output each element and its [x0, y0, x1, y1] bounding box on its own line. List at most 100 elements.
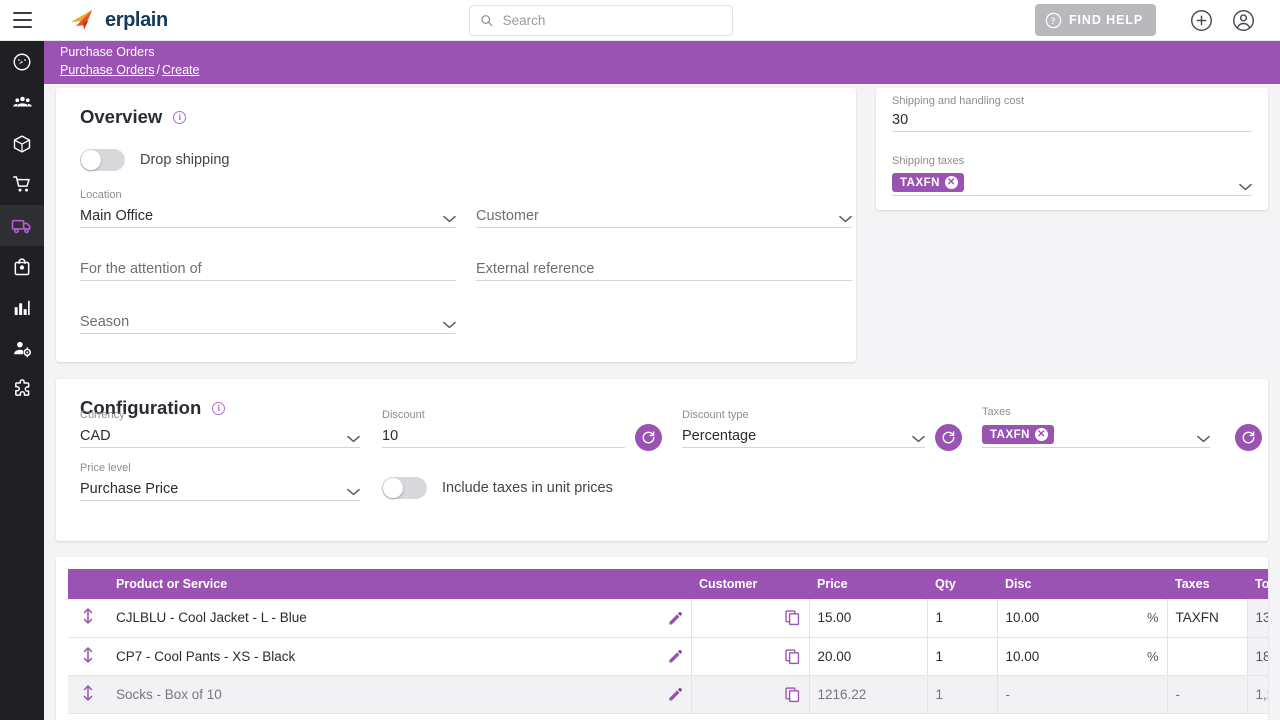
discount-type-field[interactable]: Discount type Percentage: [682, 409, 925, 448]
currency-field[interactable]: Currency CAD: [80, 409, 360, 448]
shipping-cost-field[interactable]: Shipping and handling cost 30: [892, 95, 1252, 132]
row-taxes-cell[interactable]: -: [1167, 675, 1248, 714]
sidebar-item-purchases[interactable]: [0, 205, 44, 246]
sidebar-item-reports[interactable]: [0, 287, 44, 328]
row-price-cell[interactable]: 20.00: [809, 637, 928, 676]
row-disc-unit: %: [1146, 610, 1159, 626]
row-product-cell[interactable]: Socks - Box of 10: [108, 675, 692, 714]
drag-vertical-icon[interactable]: [81, 607, 95, 625]
header-total[interactable]: Total: [1247, 569, 1268, 599]
row-product-label: Socks - Box of 10: [116, 686, 222, 702]
row-product-cell[interactable]: CJLBLU - Cool Jacket - L - Blue: [108, 599, 692, 638]
info-icon[interactable]: i: [212, 401, 226, 415]
people-icon: [12, 96, 32, 107]
header-disc[interactable]: Disc: [997, 569, 1167, 599]
search-input[interactable]: [502, 13, 722, 28]
info-icon[interactable]: i: [173, 110, 187, 124]
sidebar-item-customers[interactable]: [0, 82, 44, 123]
sidebar: [0, 41, 44, 720]
discount-field[interactable]: Discount 10: [382, 409, 625, 448]
row-taxes-cell[interactable]: TAXFN: [1167, 599, 1248, 638]
copy-icon[interactable]: [784, 609, 801, 626]
row-drag-handle[interactable]: [68, 675, 108, 714]
find-help-button[interactable]: ? FIND HELP: [1035, 4, 1157, 36]
erplain-logo[interactable]: erplain: [70, 8, 168, 32]
header-taxes[interactable]: Taxes: [1167, 569, 1247, 599]
row-taxes-cell[interactable]: [1167, 637, 1248, 676]
header-product[interactable]: Product or Service: [108, 569, 691, 599]
external-reference-field[interactable]: External reference: [476, 257, 852, 281]
shipping-taxes-field[interactable]: Shipping taxes TAXFN ✕: [892, 155, 1252, 196]
header-customer[interactable]: Customer: [691, 569, 809, 599]
pencil-icon[interactable]: [667, 686, 683, 702]
row-qty-cell[interactable]: 1: [927, 675, 998, 714]
shipping-tax-tag[interactable]: TAXFN ✕: [892, 173, 964, 192]
row-total-cell: 18.00: [1247, 637, 1268, 676]
sidebar-item-integrations[interactable]: [0, 369, 44, 410]
pencil-icon[interactable]: [667, 610, 683, 626]
search-box[interactable]: [469, 5, 733, 36]
breadcrumb-current[interactable]: Create: [162, 63, 200, 77]
pencil-icon[interactable]: [667, 648, 683, 664]
row-price-cell[interactable]: 1216.22: [809, 675, 928, 714]
chevron-down-icon: [443, 215, 456, 223]
header-price[interactable]: Price: [809, 569, 927, 599]
row-drag-handle[interactable]: [68, 637, 108, 676]
include-taxes-toggle[interactable]: [382, 477, 427, 499]
drop-shipping-toggle[interactable]: [80, 149, 125, 171]
sidebar-item-users[interactable]: [0, 328, 44, 369]
sidebar-item-dashboard[interactable]: [0, 41, 44, 82]
drag-vertical-icon[interactable]: [81, 684, 95, 702]
row-customer-cell[interactable]: [691, 675, 810, 714]
remove-tag-icon[interactable]: ✕: [944, 176, 958, 189]
table-row[interactable]: CP7 - Cool Pants - XS - Black 20.00 1 10.00…: [68, 637, 1268, 676]
cart-icon: [12, 176, 30, 192]
season-field[interactable]: Season: [80, 310, 456, 334]
customer-field[interactable]: Customer: [476, 204, 852, 228]
row-disc-cell[interactable]: 10.00%: [997, 637, 1168, 676]
breadcrumb-separator: /: [156, 63, 160, 77]
tax-tag[interactable]: TAXFN ✕: [982, 425, 1054, 444]
copy-icon[interactable]: [784, 686, 801, 703]
taxes-field[interactable]: Taxes TAXFN ✕: [982, 406, 1210, 448]
sidebar-item-inventory[interactable]: [0, 246, 44, 287]
row-product-label: CJLBLU - Cool Jacket - L - Blue: [116, 610, 307, 626]
location-value: Main Office: [80, 208, 154, 224]
configuration-card: Configuration i Currency CAD Discount 10…: [56, 379, 1268, 541]
sidebar-item-sales[interactable]: [0, 164, 44, 205]
row-disc-cell[interactable]: 10.00%: [997, 599, 1168, 638]
row-qty-cell[interactable]: 1: [927, 599, 998, 638]
drag-vertical-icon[interactable]: [81, 646, 95, 664]
row-qty-cell[interactable]: 1: [927, 637, 998, 676]
sidebar-item-products[interactable]: [0, 123, 44, 164]
user-settings-icon: [13, 341, 31, 358]
plus-circle-icon[interactable]: [1190, 9, 1213, 32]
discount-refresh-button[interactable]: [635, 424, 662, 451]
row-product-cell[interactable]: CP7 - Cool Pants - XS - Black: [108, 637, 692, 676]
table-row[interactable]: Socks - Box of 101216.221--1,216.22: [68, 675, 1268, 714]
remove-tag-icon[interactable]: ✕: [1034, 428, 1048, 441]
discount-type-refresh-button[interactable]: [935, 424, 962, 451]
row-customer-cell[interactable]: [691, 599, 810, 638]
refresh-icon: [642, 431, 655, 444]
copy-icon[interactable]: [784, 648, 801, 665]
content-area: Overview i Drop shipping Location Main O…: [44, 84, 1280, 720]
location-field[interactable]: Location Main Office: [80, 189, 456, 228]
account-circle-icon[interactable]: [1232, 9, 1255, 32]
row-price-cell[interactable]: 15.00: [809, 599, 928, 638]
breadcrumb-parent[interactable]: Purchase Orders: [60, 63, 154, 77]
price-level-field[interactable]: Price level Purchase Price: [80, 462, 360, 501]
row-drag-handle[interactable]: [68, 599, 108, 638]
svg-text:?: ?: [1051, 17, 1056, 27]
table-row[interactable]: CJLBLU - Cool Jacket - L - Blue 15.00 1 10.…: [68, 599, 1268, 638]
season-placeholder: Season: [80, 314, 130, 330]
overview-title: Overview: [80, 106, 163, 127]
header-qty[interactable]: Qty: [927, 569, 997, 599]
hamburger-icon[interactable]: [0, 0, 44, 41]
row-customer-cell[interactable]: [691, 637, 810, 676]
attention-placeholder: For the attention of: [80, 261, 202, 277]
discount-type-value: Percentage: [682, 428, 757, 444]
attention-field[interactable]: For the attention of: [80, 257, 456, 281]
taxes-refresh-button[interactable]: [1235, 424, 1262, 451]
row-disc-cell[interactable]: -: [997, 675, 1168, 714]
